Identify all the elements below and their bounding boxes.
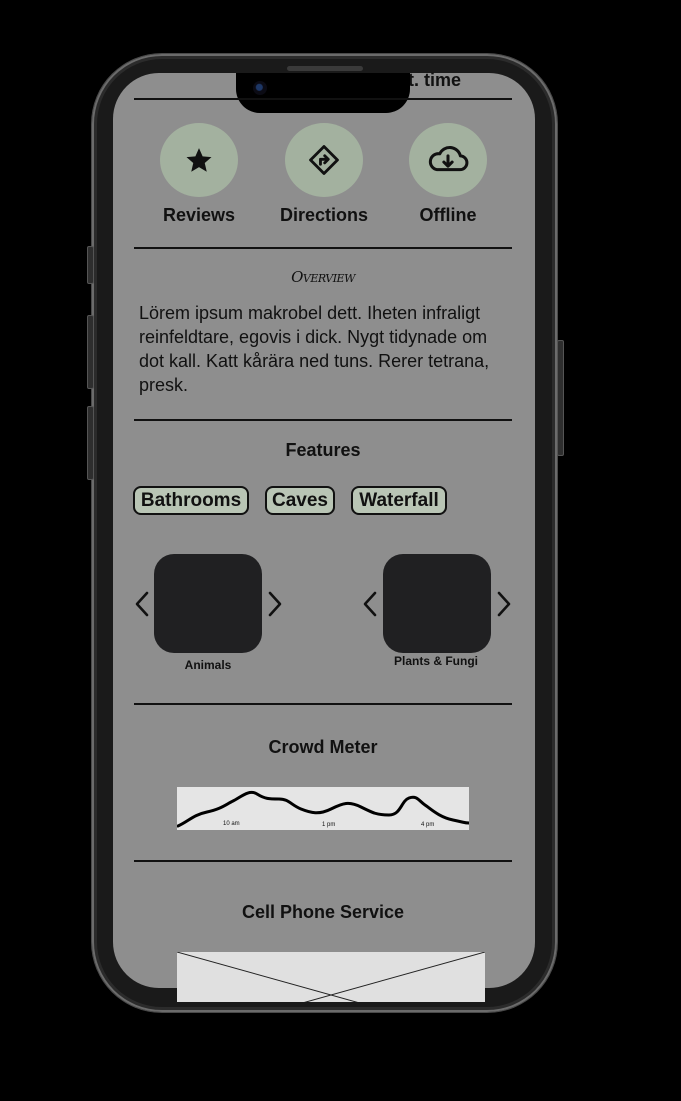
overview-text: Lörem ipsum makrobel dett. Iheten infral… [139, 303, 490, 395]
directions-circle[interactable] [285, 123, 363, 197]
offline-button[interactable]: Offline [388, 123, 508, 226]
overview-title: Overview [291, 268, 355, 286]
divider [134, 703, 512, 705]
front-camera [253, 81, 267, 95]
plants-fungi-image[interactable] [383, 554, 491, 653]
plants-next-arrow[interactable] [495, 590, 513, 618]
volume-down-button [87, 406, 94, 480]
offline-circle[interactable] [409, 123, 487, 197]
power-button [557, 340, 564, 456]
divider [134, 98, 512, 100]
silent-switch [87, 246, 94, 284]
volume-up-button [87, 315, 94, 389]
cloud-download-icon [428, 146, 469, 172]
cell-service-title: Cell Phone Service [241, 902, 405, 922]
animals-image[interactable] [154, 554, 262, 653]
reviews-label: Reviews [162, 205, 236, 225]
feature-chip-caves[interactable]: Caves [265, 486, 335, 515]
plants-fungi-label: Plants & Fungi [394, 654, 478, 668]
crowd-meter-chart: 10 am 1 pm 4 pm [176, 787, 471, 830]
animals-prev-arrow[interactable] [133, 590, 151, 618]
crowd-tick-1pm: 1 pm [322, 822, 335, 828]
crowd-curve: 10 am 1 pm 4 pm [176, 790, 471, 828]
directions-label: Directions [279, 205, 369, 225]
divider [134, 419, 512, 421]
plants-prev-arrow[interactable] [361, 590, 379, 618]
features-title: Features [285, 440, 361, 460]
cell-service-map-placeholder [176, 951, 486, 1039]
reviews-circle[interactable] [160, 123, 238, 197]
animals-next-arrow[interactable] [266, 590, 284, 618]
feature-chip-waterfall[interactable]: Waterfall [351, 486, 447, 515]
placeholder-cross [176, 951, 486, 1039]
crowd-tick-4pm: 4 pm [421, 822, 434, 828]
offline-label: Offline [419, 205, 477, 225]
animals-label: Animals [184, 658, 232, 672]
directions-icon [309, 145, 339, 175]
star-icon [186, 148, 212, 172]
reviews-button[interactable]: Reviews [139, 123, 259, 226]
divider [134, 860, 512, 862]
divider [134, 247, 512, 249]
crowd-meter-title: Crowd Meter [268, 737, 378, 757]
earpiece-speaker [287, 66, 363, 71]
crowd-tick-10am: 10 am [223, 821, 240, 827]
directions-button[interactable]: Directions [264, 123, 384, 226]
feature-chip-bathrooms[interactable]: Bathrooms [133, 486, 249, 515]
